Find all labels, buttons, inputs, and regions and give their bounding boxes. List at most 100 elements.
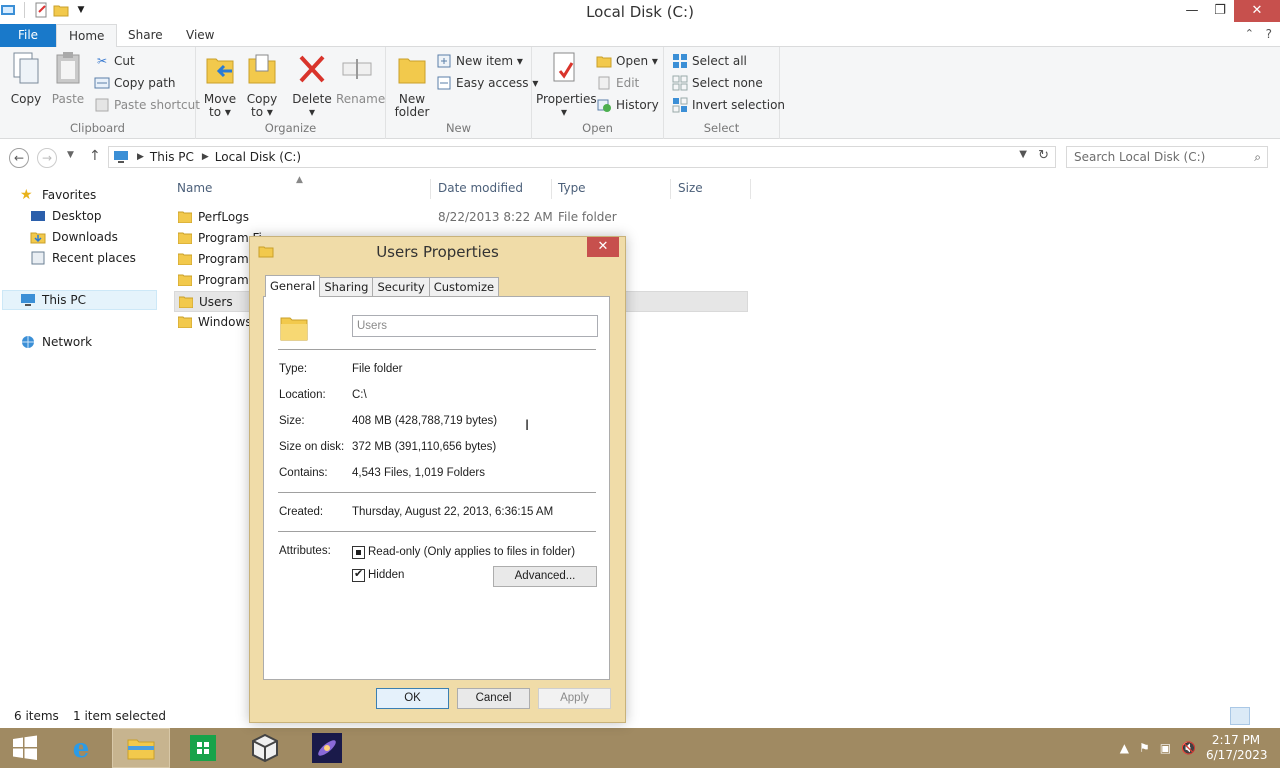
- rename-button[interactable]: Rename: [336, 51, 385, 106]
- dialog-tabs: General Sharing Security Customize: [265, 275, 500, 297]
- column-header-size[interactable]: Size: [678, 181, 703, 195]
- readonly-checkbox[interactable]: [352, 546, 365, 559]
- copy-path-button[interactable]: Copy path: [94, 73, 176, 93]
- taskbar-app[interactable]: [236, 728, 294, 768]
- taskbar-image-viewer[interactable]: [298, 728, 356, 768]
- invert-selection-button[interactable]: Invert selection: [672, 95, 785, 115]
- taskbar-store[interactable]: [174, 728, 232, 768]
- breadcrumb-this-pc[interactable]: This PC: [150, 150, 194, 164]
- column-divider[interactable]: [750, 179, 751, 199]
- contains-value[interactable]: 4,543 Files, 1,019 Folders: [352, 467, 485, 479]
- show-hidden-icons-icon[interactable]: ▲: [1120, 741, 1129, 755]
- column-divider[interactable]: [670, 179, 671, 199]
- tab-view[interactable]: View: [174, 24, 226, 47]
- paste-button[interactable]: Paste: [50, 51, 86, 106]
- apply-button[interactable]: Apply: [538, 688, 611, 709]
- address-bar[interactable]: ▶ This PC ▶ Local Disk (C:) ▼ ↻: [108, 146, 1056, 168]
- nav-favorites[interactable]: ★ Favorites: [20, 185, 96, 205]
- tab-file[interactable]: File: [0, 24, 56, 47]
- folder-icon: [178, 232, 192, 244]
- tab-general[interactable]: General: [265, 275, 321, 297]
- search-input[interactable]: Search Local Disk (C:) ⌕: [1066, 146, 1268, 168]
- size-on-disk-value[interactable]: 372 MB (391,110,656 bytes): [352, 441, 496, 453]
- copy-to-button[interactable]: Copy to ▾: [244, 51, 280, 119]
- history-button[interactable]: History: [596, 95, 659, 115]
- network-status-icon[interactable]: ▣: [1160, 741, 1171, 755]
- table-row[interactable]: PerfLogs 8/22/2013 8:22 AM File folder: [174, 207, 748, 228]
- start-button[interactable]: [0, 728, 50, 768]
- cancel-button[interactable]: Cancel: [457, 688, 530, 709]
- copy-button[interactable]: Copy: [8, 51, 44, 106]
- breadcrumb-local-disk[interactable]: Local Disk (C:): [215, 150, 301, 164]
- delete-button[interactable]: Delete ▾: [292, 51, 332, 119]
- clock-time: 2:17 PM: [1211, 733, 1261, 747]
- nav-recent-places[interactable]: Recent places: [30, 248, 136, 268]
- nav-desktop[interactable]: Desktop: [30, 206, 102, 226]
- ok-button[interactable]: OK: [376, 688, 449, 709]
- invert-selection-icon: [672, 97, 688, 113]
- invert-selection-label: Invert selection: [692, 98, 786, 112]
- up-arrow-icon[interactable]: ↑: [89, 148, 101, 164]
- clock[interactable]: 2:17 PM 6/17/2023: [1206, 733, 1268, 763]
- edit-button[interactable]: Edit: [596, 73, 639, 93]
- tab-customize[interactable]: Customize: [428, 277, 500, 297]
- column-divider[interactable]: [430, 179, 431, 199]
- open-icon: [596, 56, 612, 68]
- large-icons-view-icon[interactable]: [1254, 707, 1274, 725]
- created-value[interactable]: Thursday, August 22, 2013, 6:36:15 AM: [352, 506, 553, 518]
- tab-sharing[interactable]: Sharing: [319, 277, 374, 297]
- refresh-icon[interactable]: ↻: [1038, 148, 1049, 163]
- new-group: New folder New item ▾ Easy access ▾ New: [386, 47, 538, 139]
- cube-app-icon: [252, 733, 278, 763]
- volume-muted-icon[interactable]: 🔇: [1181, 741, 1196, 755]
- forward-button[interactable]: →: [37, 148, 57, 168]
- select-none-button[interactable]: Select none: [672, 73, 763, 93]
- properties-button[interactable]: Properties ▾: [536, 51, 597, 119]
- open-group: Properties ▾ Open ▾ Edit History Open: [532, 47, 664, 139]
- help-icon[interactable]: ?: [1266, 27, 1272, 41]
- nav-downloads[interactable]: Downloads: [30, 227, 118, 247]
- taskbar-file-explorer[interactable]: [112, 728, 170, 768]
- select-all-button[interactable]: Select all: [672, 51, 747, 71]
- open-button[interactable]: Open ▾: [596, 51, 658, 71]
- move-to-button[interactable]: Move to ▾: [202, 51, 238, 119]
- address-dropdown-icon[interactable]: ▼: [1019, 149, 1027, 160]
- hidden-checkbox[interactable]: ✔: [352, 567, 365, 582]
- minimize-button[interactable]: —: [1178, 0, 1206, 22]
- dialog-close-button[interactable]: ✕: [587, 237, 619, 257]
- store-icon: [190, 735, 216, 761]
- folder-name-input[interactable]: Users: [352, 315, 598, 337]
- tab-share[interactable]: Share: [116, 24, 175, 47]
- new-item-button[interactable]: New item ▾: [436, 51, 523, 71]
- action-center-flag-icon[interactable]: ⚑: [1139, 741, 1150, 755]
- clock-date: 6/17/2023: [1206, 748, 1268, 762]
- close-button[interactable]: ✕: [1234, 0, 1280, 22]
- ribbon-collapse-icon[interactable]: ⌃: [1245, 27, 1254, 40]
- taskbar-internet-explorer[interactable]: e: [52, 728, 110, 768]
- paste-shortcut-button[interactable]: Paste shortcut: [94, 95, 200, 115]
- delete-label-line2: ▾: [308, 105, 316, 119]
- search-icon[interactable]: ⌕: [1254, 147, 1261, 167]
- column-header-name[interactable]: Name: [177, 181, 212, 195]
- tab-home[interactable]: Home: [56, 24, 118, 48]
- nav-network[interactable]: Network: [20, 332, 92, 352]
- window-title: Local Disk (C:): [586, 3, 694, 21]
- maximize-button[interactable]: ❐: [1206, 0, 1234, 22]
- column-header-date-modified[interactable]: Date modified: [438, 181, 523, 195]
- breadcrumb-separator-icon[interactable]: ▶: [137, 152, 144, 162]
- nav-this-pc[interactable]: This PC: [2, 290, 157, 310]
- tab-security[interactable]: Security: [372, 277, 430, 297]
- new-folder-button[interactable]: New folder: [394, 51, 430, 119]
- ribbon-tabs: File Home Share View ⌃ ?: [0, 24, 1280, 48]
- type-label: Type:: [279, 363, 308, 375]
- advanced-button[interactable]: Advanced...: [493, 566, 597, 587]
- column-header-type[interactable]: Type: [558, 181, 586, 195]
- easy-access-button[interactable]: Easy access ▾: [436, 73, 538, 93]
- back-button[interactable]: ←: [9, 148, 29, 168]
- column-divider[interactable]: [551, 179, 552, 199]
- size-value[interactable]: 408 MB (428,788,719 bytes): [352, 415, 497, 427]
- details-view-icon[interactable]: [1230, 707, 1250, 725]
- breadcrumb-separator-icon[interactable]: ▶: [202, 152, 209, 162]
- recent-locations-chevron-icon[interactable]: ▼: [67, 150, 74, 160]
- cut-button[interactable]: ✂ Cut: [94, 51, 135, 71]
